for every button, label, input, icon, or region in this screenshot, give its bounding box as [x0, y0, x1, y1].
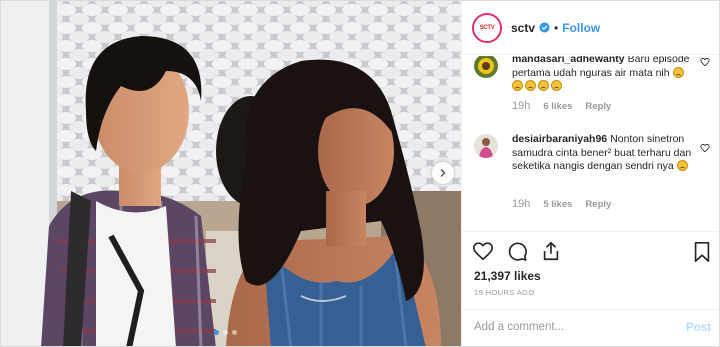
comment-like-heart-icon[interactable] [700, 143, 710, 153]
action-bar [472, 240, 562, 262]
avatar[interactable]: SCTV [472, 12, 502, 43]
comment-meta: 19h 6 likes Reply [512, 100, 611, 112]
crying-emoji-icon [551, 80, 562, 91]
comment-likes[interactable]: 5 likes [543, 199, 572, 210]
bookmark-icon[interactable] [692, 241, 712, 263]
post-timestamp[interactable]: 19 HOURS AGO [474, 288, 535, 297]
crying-emoji-icon [676, 160, 688, 171]
crying-emoji-icon [512, 80, 523, 91]
follow-button[interactable]: Follow [562, 21, 600, 35]
post-actions-section: 21,397 likes 19 HOURS AGO [462, 231, 719, 309]
comment-time[interactable]: 19h [512, 100, 530, 112]
post-comment-button[interactable]: Post [686, 322, 711, 334]
reply-button[interactable]: Reply [585, 199, 611, 210]
carousel-dot [232, 330, 237, 335]
comment-like-heart-icon[interactable] [700, 57, 710, 67]
commenter-avatar[interactable] [474, 56, 498, 78]
comment-username[interactable]: mandasari_adhewanty [512, 56, 625, 65]
post-side-panel: SCTV sctv • Follow mandasari_adhewanty B… [461, 1, 719, 346]
commenter-avatar[interactable] [474, 134, 498, 158]
post-header: SCTV sctv • Follow [462, 1, 719, 55]
post-photo[interactable] [1, 1, 461, 346]
heart-icon[interactable] [472, 240, 494, 262]
avatar-logo: SCTV [476, 16, 498, 39]
crying-emoji-icon [538, 80, 549, 91]
username[interactable]: sctv [511, 21, 535, 35]
comment-username[interactable]: desiairbaraniyah96 [512, 133, 607, 145]
comment-meta: 19h 5 likes Reply [512, 198, 611, 210]
crying-emoji-icon [525, 80, 536, 91]
separator-dot: • [554, 20, 559, 35]
comment-icon[interactable] [506, 240, 528, 262]
comment-likes[interactable]: 6 likes [543, 101, 572, 112]
comment-input[interactable] [474, 321, 664, 333]
share-icon[interactable] [540, 240, 562, 262]
likes-count[interactable]: 21,397 likes [474, 269, 541, 283]
sunflower-avatar-image [474, 56, 498, 78]
instagram-post: SCTV sctv • Follow mandasari_adhewanty B… [0, 0, 720, 347]
reply-button[interactable]: Reply [585, 101, 611, 112]
carousel-indicator [214, 330, 237, 335]
verified-badge-icon [539, 22, 550, 33]
carousel-dot [214, 330, 219, 335]
photo-image [1, 1, 461, 346]
carousel-dot [223, 330, 228, 335]
comment-text: desiairbaraniyah96 Nonton sinetron samudr… [512, 133, 692, 174]
carousel-next-button[interactable] [432, 162, 454, 184]
user-photo-avatar-image [474, 134, 498, 158]
comments-list[interactable]: mandasari_adhewanty Baru episode pertama … [462, 56, 719, 231]
comment-time[interactable]: 19h [512, 198, 530, 210]
crying-emoji-icon [672, 66, 684, 78]
comment-text: mandasari_adhewanty Baru episode pertama … [512, 56, 692, 94]
chevron-right-icon [440, 169, 446, 177]
add-comment-section: Post [462, 309, 719, 346]
